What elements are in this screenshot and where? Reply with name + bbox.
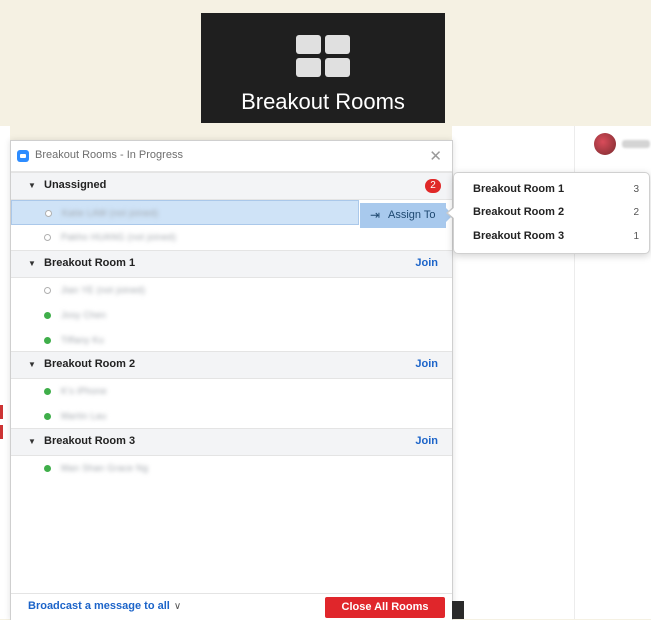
- breakout-rooms-window: Breakout Rooms - In Progress ✕ ▼ Unassig…: [10, 140, 453, 620]
- background-gallery-left: [0, 126, 10, 619]
- menu-item-room-2[interactable]: Breakout Room 2 2: [454, 202, 649, 224]
- join-room-1-button[interactable]: Join: [415, 257, 438, 269]
- group-name: Breakout Room 1: [44, 257, 136, 269]
- group-name: Unassigned: [44, 179, 107, 191]
- background-mark: [0, 425, 3, 439]
- assign-to-room-menu: Breakout Room 1 3 Breakout Room 2 2 Brea…: [453, 172, 650, 254]
- broadcast-label: Broadcast a message to all: [28, 600, 170, 612]
- breakout-rooms-toolbar-button[interactable]: Breakout Rooms: [201, 13, 445, 123]
- menu-item-room-1[interactable]: Breakout Room 1 3: [454, 179, 649, 201]
- member-row[interactable]: Man Shan Grace Ng: [11, 456, 452, 481]
- member-name: Martin Lau: [61, 411, 107, 421]
- member-row-selected[interactable]: Katie LAW (not joined): [11, 200, 359, 225]
- member-row[interactable]: Pakho HUANG (not joined): [11, 225, 452, 250]
- broadcast-message-button[interactable]: Broadcast a message to all ∨: [28, 600, 181, 612]
- join-room-3-button[interactable]: Join: [415, 435, 438, 447]
- menu-room-count: 2: [633, 207, 639, 218]
- chevron-down-icon: ∨: [173, 601, 182, 612]
- assign-to-label: Assign To: [388, 209, 436, 221]
- member-row[interactable]: Josy Chen: [11, 303, 452, 328]
- caret-down-icon: ▼: [28, 181, 36, 190]
- member-name: Josy Chen: [61, 310, 107, 320]
- join-room-2-button[interactable]: Join: [415, 358, 438, 370]
- member-row[interactable]: Jian YE (not joined): [11, 278, 452, 303]
- member-name: Man Shan Grace Ng: [61, 463, 149, 473]
- member-name: Pakho HUANG (not joined): [61, 232, 177, 242]
- group-name: Breakout Room 2: [44, 358, 136, 370]
- background-element: [452, 601, 464, 619]
- not-joined-status-icon: [45, 210, 52, 217]
- background-mark: [0, 405, 3, 419]
- member-name: K's iPhone: [61, 386, 107, 396]
- not-joined-status-icon: [44, 287, 51, 294]
- toolbar-button-label: Breakout Rooms: [241, 89, 405, 114]
- assign-arrow-icon: ⇥: [370, 208, 381, 222]
- online-status-icon: [44, 312, 51, 319]
- member-row[interactable]: Tiffany Ku: [11, 328, 452, 353]
- online-status-icon: [44, 337, 51, 344]
- window-title: Breakout Rooms - In Progress: [35, 149, 183, 161]
- menu-room-name: Breakout Room 2: [473, 206, 565, 218]
- group-header-room-3[interactable]: ▼ Breakout Room 3 Join: [11, 428, 452, 456]
- member-row[interactable]: K's iPhone: [11, 379, 452, 404]
- grid-icon: [296, 35, 350, 77]
- caret-down-icon: ▼: [28, 259, 36, 268]
- menu-item-room-3[interactable]: Breakout Room 3 1: [454, 226, 649, 248]
- menu-room-count: 1: [633, 231, 639, 242]
- unassigned-count-badge: 2: [425, 179, 441, 193]
- close-icon[interactable]: ✕: [429, 147, 442, 165]
- group-name: Breakout Room 3: [44, 435, 136, 447]
- member-row[interactable]: Martin Lau: [11, 404, 452, 429]
- online-status-icon: [44, 388, 51, 395]
- participant-avatar: [594, 133, 616, 155]
- online-status-icon: [44, 465, 51, 472]
- window-titlebar: Breakout Rooms - In Progress ✕: [11, 141, 452, 172]
- group-header-room-1[interactable]: ▼ Breakout Room 1 Join: [11, 250, 452, 278]
- member-name: Tiffany Ku: [61, 335, 105, 345]
- window-footer: Broadcast a message to all ∨ Close All Ro…: [11, 593, 452, 620]
- close-all-rooms-button[interactable]: Close All Rooms: [325, 597, 445, 618]
- caret-down-icon: ▼: [28, 437, 36, 446]
- not-joined-status-icon: [44, 234, 51, 241]
- menu-room-count: 3: [633, 184, 639, 195]
- menu-room-name: Breakout Room 3: [473, 230, 565, 242]
- caret-down-icon: ▼: [28, 360, 36, 369]
- member-name: Katie LAW (not joined): [62, 208, 159, 218]
- menu-room-name: Breakout Room 1: [473, 183, 565, 195]
- participant-name-blurred: [622, 140, 650, 148]
- group-header-unassigned[interactable]: ▼ Unassigned 2: [11, 172, 452, 200]
- group-header-room-2[interactable]: ▼ Breakout Room 2 Join: [11, 351, 452, 379]
- member-name: Jian YE (not joined): [61, 285, 146, 295]
- popup-pointer-fill: [448, 207, 455, 219]
- assign-to-button[interactable]: ⇥ Assign To: [360, 203, 446, 228]
- zoom-app-icon: [17, 150, 29, 162]
- online-status-icon: [44, 413, 51, 420]
